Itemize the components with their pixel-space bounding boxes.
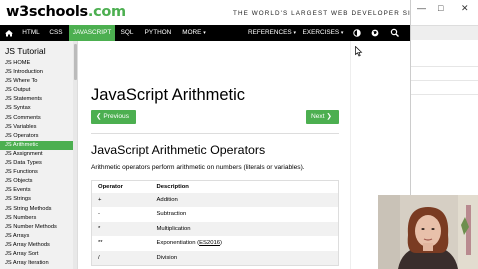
- nav-css[interactable]: CSS: [45, 25, 67, 41]
- sidebar-item[interactable]: JS Data Types: [0, 159, 73, 168]
- table-row: + Addition: [91, 192, 339, 207]
- sidebar-item[interactable]: JS Objects: [0, 177, 73, 186]
- sidebar-item[interactable]: JS Statements: [0, 95, 73, 104]
- description-cell: Subtraction: [156, 211, 187, 218]
- section-title: JavaScript Arithmetic Operators: [91, 143, 266, 157]
- home-icon[interactable]: [2, 25, 16, 41]
- chevron-down-icon: ▾: [340, 30, 344, 36]
- divider: [411, 66, 478, 67]
- nav-sql[interactable]: SQL: [117, 25, 137, 41]
- chevron-down-icon: ▾: [203, 30, 206, 36]
- window-titlebar: — □ ✕: [411, 0, 478, 26]
- sidebar-item[interactable]: JS Events: [0, 186, 73, 195]
- sidebar-title: JS Tutorial: [5, 46, 46, 56]
- sidebar-item[interactable]: JS Operators: [0, 132, 73, 141]
- sidebar-item[interactable]: JS Syntax: [0, 104, 73, 113]
- description-cell: Division: [150, 250, 339, 265]
- sidebar-scroll-thumb[interactable]: [74, 44, 77, 80]
- operator-cell: *: [91, 221, 151, 236]
- column-header-operator: Operator: [91, 180, 151, 193]
- operators-table: Operator Description + Addition - Subtra…: [91, 180, 339, 266]
- table-row: / Division: [91, 250, 339, 265]
- description-cell: Exponentiation (ES2016): [151, 236, 339, 251]
- sidebar-item[interactable]: JS Variables: [0, 123, 73, 132]
- nav-html[interactable]: HTML: [19, 25, 43, 41]
- nav-exercises[interactable]: EXERCISES ▾: [302, 25, 344, 41]
- main-content: JavaScript Arithmetic ❮ Previous Next ❯ …: [78, 41, 350, 269]
- table-row: ** Exponentiation (ES2016): [92, 236, 339, 251]
- description-cell: Multiplication: [150, 221, 339, 236]
- minimize-icon[interactable]: —: [417, 3, 426, 13]
- nav-more-label: MORE: [182, 29, 202, 36]
- sidebar-item[interactable]: JS Array Iteration: [0, 259, 73, 268]
- operator-cell: +: [91, 192, 151, 207]
- sidebar-item[interactable]: JS HOME: [0, 59, 73, 68]
- nav-references-label: REFERENCES: [248, 29, 292, 36]
- top-navigation: HTML CSS JAVASCRIPT SQL PYTHON MORE ▾ RE…: [0, 25, 410, 41]
- mouse-cursor-icon: [355, 44, 363, 62]
- globe-icon[interactable]: [369, 25, 381, 41]
- operator-cell: /: [91, 250, 151, 265]
- sidebar-item[interactable]: JS Number Methods: [0, 223, 73, 232]
- close-icon[interactable]: ✕: [461, 3, 469, 14]
- previous-button[interactable]: ❮ Previous: [91, 110, 136, 124]
- sidebar-item[interactable]: JS Numbers: [0, 214, 73, 223]
- sidebar-item[interactable]: JS Array Sort: [0, 250, 73, 259]
- sidebar-item[interactable]: JS Output: [0, 86, 73, 95]
- description-text: Exponentiation (: [156, 240, 200, 247]
- nav-more[interactable]: MORE ▾: [178, 25, 210, 41]
- operator-cell: **: [98, 240, 103, 247]
- nav-javascript[interactable]: JAVASCRIPT: [69, 25, 115, 41]
- description-cell: Addition: [150, 192, 339, 207]
- sidebar-item[interactable]: JS Introduction: [0, 68, 73, 77]
- sidebar-item[interactable]: JS String Methods: [0, 205, 73, 214]
- sidebar-item[interactable]: JS Array Methods: [0, 241, 73, 250]
- sidebar-item[interactable]: JS Strings: [0, 195, 73, 204]
- intro-text: Arithmetic operators perform arithmetic …: [91, 164, 305, 171]
- window-tabstrip: [411, 26, 478, 40]
- column-header-description: Description: [150, 180, 339, 193]
- nav-references[interactable]: REFERENCES ▾: [246, 25, 298, 41]
- table-header-row: Operator Description: [91, 180, 339, 193]
- sidebar-item[interactable]: JS Functions: [0, 168, 73, 177]
- sidebar-item[interactable]: JS Arithmetic: [0, 140, 73, 150]
- tutorial-sidebar: JS Tutorial JS HOME JS Introduction JS Whe…: [0, 41, 78, 269]
- sidebar-list: JS HOME JS Introduction JS Where To JS Outp…: [0, 59, 73, 268]
- search-icon[interactable]: [388, 25, 402, 41]
- page-title: JavaScript Arithmetic: [91, 86, 246, 104]
- nav-exercises-label: EXERCISES: [302, 29, 340, 36]
- site-header: w3schools.com THE WORLD'S LARGEST WEB DE…: [0, 0, 420, 25]
- description-text: ): [220, 240, 223, 247]
- sidebar-item[interactable]: JS Assignment: [0, 150, 73, 159]
- site-tagline: THE WORLD'S LARGEST WEB DEVELOPER SITE: [233, 10, 422, 17]
- chevron-down-icon: ▾: [293, 30, 296, 36]
- sidebar-item[interactable]: JS Comments: [0, 114, 73, 123]
- es2016-link[interactable]: ES2016: [199, 240, 220, 246]
- presenter-video-icon: [378, 195, 478, 269]
- webcam-overlay: [378, 195, 478, 269]
- w3schools-logo[interactable]: w3schools.com: [6, 4, 126, 20]
- nav-python[interactable]: PYTHON: [140, 25, 176, 41]
- table-row: * Multiplication: [91, 221, 339, 236]
- operator-cell: -: [98, 211, 100, 218]
- divider: [411, 80, 478, 81]
- next-button[interactable]: Next ❯: [306, 110, 339, 124]
- sidebar-item[interactable]: JS Arrays: [0, 232, 73, 241]
- table-row: - Subtraction: [92, 207, 339, 222]
- theme-toggle-icon[interactable]: [351, 25, 363, 41]
- divider: [91, 133, 339, 134]
- sidebar-item[interactable]: JS Where To: [0, 77, 73, 86]
- maximize-icon[interactable]: □: [438, 3, 443, 13]
- divider: [411, 94, 478, 95]
